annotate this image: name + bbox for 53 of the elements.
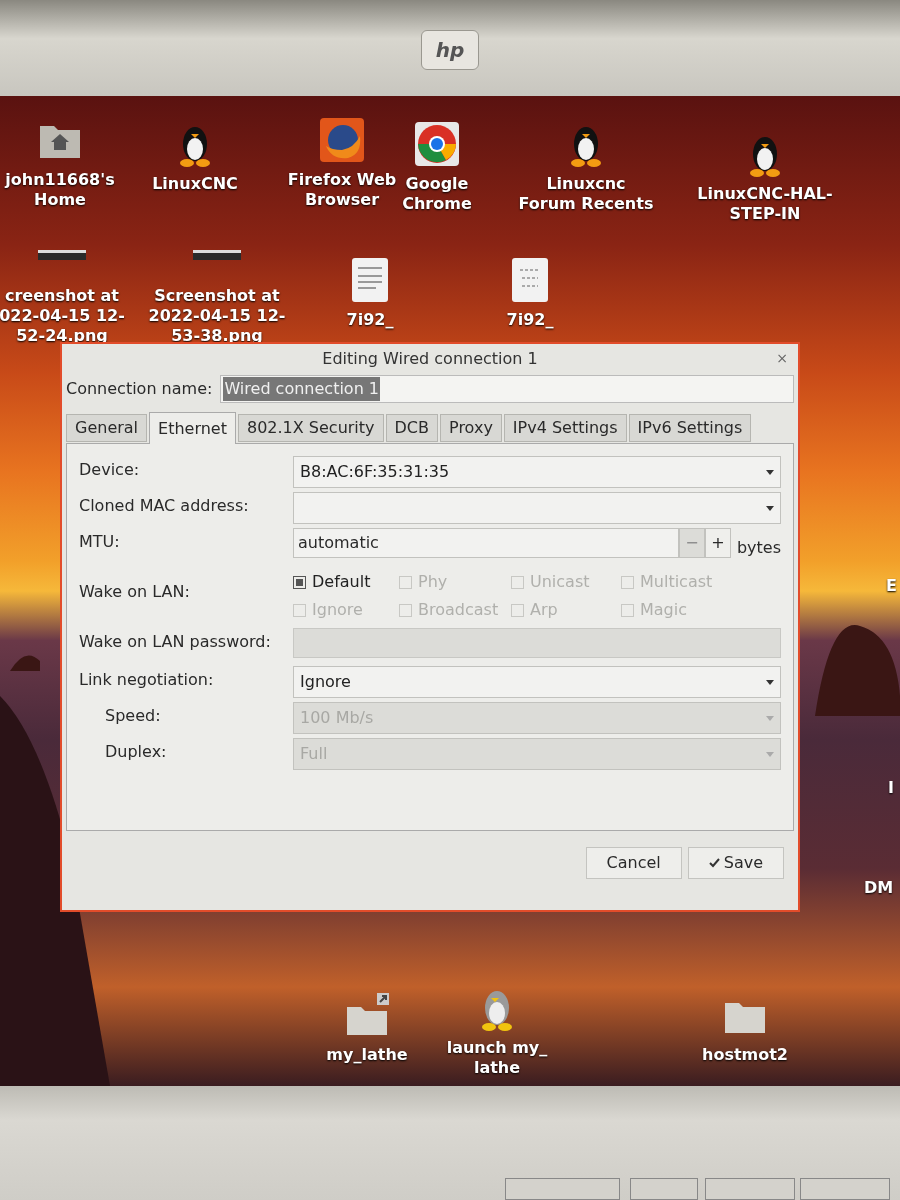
icon-label[interactable]: LinuxCNC-HAL- STEP-IN bbox=[697, 184, 833, 224]
field-label: Wake on LAN password: bbox=[79, 631, 272, 653]
icon-label[interactable]: launch my_ lathe bbox=[446, 1038, 548, 1078]
close-button[interactable]: × bbox=[772, 348, 792, 369]
caret-icon bbox=[766, 715, 774, 721]
logo: hp bbox=[421, 30, 479, 70]
caret-icon bbox=[766, 469, 774, 475]
icon-label[interactable]: LinuxCNC bbox=[152, 174, 238, 194]
field-label: Speed: bbox=[104, 705, 162, 727]
caret-icon bbox=[766, 751, 774, 757]
chrome-icon[interactable] bbox=[413, 120, 461, 168]
field-label: Device: bbox=[79, 459, 141, 481]
icon-label[interactable]: Linuxcnc Forum Recents bbox=[518, 174, 654, 214]
tab[interactable]: Ethernet bbox=[149, 412, 236, 444]
save-button[interactable]: Save bbox=[687, 847, 784, 879]
icon-label[interactable]: my_lathe bbox=[326, 1045, 408, 1065]
field-label: Connection name: bbox=[66, 378, 213, 400]
icon-label[interactable]: I bbox=[888, 776, 894, 800]
icon-label[interactable]: Firefox Web Browser bbox=[287, 170, 397, 210]
tab[interactable]: Proxy bbox=[440, 414, 502, 442]
icon-label[interactable]: DM bbox=[864, 876, 894, 900]
icon-label[interactable]: Screenshot at 2022-04-15 12- 53-38.png bbox=[148, 286, 286, 346]
tab[interactable]: 802.1X Security bbox=[238, 414, 384, 442]
icon-label[interactable]: Google Chrome bbox=[402, 174, 472, 214]
tab[interactable]: DCB bbox=[385, 414, 438, 442]
icon-label[interactable]: john11668's Home bbox=[5, 170, 115, 210]
caret-icon bbox=[766, 679, 774, 685]
icon-label[interactable]: creenshot at 022-04-15 12- 52-24.png bbox=[0, 286, 125, 346]
rock-drawing bbox=[10, 652, 40, 671]
checkbox[interactable] bbox=[293, 575, 306, 589]
window-title: Editing Wired connection 1 bbox=[322, 348, 538, 370]
field-label: Cloned MAC address: bbox=[79, 495, 250, 517]
tab[interactable]: General bbox=[66, 414, 148, 442]
icon-label[interactable]: 7i92_ bbox=[346, 310, 394, 330]
icon-label[interactable]: hostmot2 bbox=[702, 1045, 788, 1065]
field-label: Duplex: bbox=[104, 741, 168, 763]
increment-button[interactable]: + bbox=[704, 528, 731, 558]
cancel-button[interactable]: Cancel bbox=[585, 847, 682, 879]
input-field[interactable]: Wired connection 1 bbox=[220, 375, 794, 403]
field-label: Link negotiation: bbox=[79, 669, 215, 691]
icon-label[interactable]: 7i92_ bbox=[506, 310, 554, 330]
dropdown[interactable]: Ignore bbox=[293, 666, 781, 698]
tab[interactable]: IPv6 Settings bbox=[628, 414, 752, 442]
firefox-icon[interactable] bbox=[318, 116, 366, 164]
field-label: MTU: bbox=[79, 531, 121, 553]
tab[interactable]: IPv4 Settings bbox=[503, 414, 627, 442]
spin-field[interactable]: automatic bbox=[293, 528, 679, 558]
dropdown[interactable]: B8:AC:6F:35:31:35 bbox=[293, 456, 781, 488]
checkbox-option[interactable]: Default bbox=[293, 570, 399, 594]
unit-label: bytes bbox=[735, 537, 781, 559]
check-icon bbox=[708, 858, 720, 868]
field-label: Wake on LAN: bbox=[79, 581, 191, 603]
caret-icon bbox=[766, 505, 774, 511]
